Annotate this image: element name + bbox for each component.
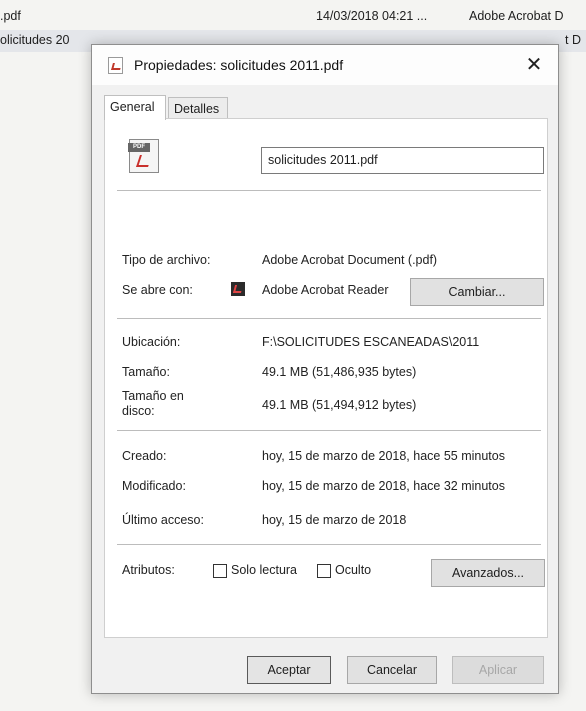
dialog-title: Propiedades: solicitudes 2011.pdf <box>134 57 344 73</box>
atributos-label: Atributos: <box>122 563 175 577</box>
oculto-label: Oculto <box>335 563 372 577</box>
aceptar-button[interactable]: Aceptar <box>247 656 331 684</box>
avanzados-button[interactable]: Avanzados... <box>431 559 545 587</box>
tamano-value: 49.1 MB (51,486,935 bytes) <box>262 365 417 379</box>
oculto-checkbox[interactable] <box>317 564 331 578</box>
properties-dialog: Propiedades: solicitudes 2011.pdf ✕ Gene… <box>91 44 559 694</box>
tab-general[interactable]: General <box>104 95 166 120</box>
divider <box>117 430 541 431</box>
creado-value: hoy, 15 de marzo de 2018, hace 55 minuto… <box>262 449 505 463</box>
ubicacion-label: Ubicación: <box>122 335 181 349</box>
ubicacion-value: F:\SOLICITUDES ESCANEADAS\2011 <box>262 335 480 349</box>
pdf-badge: PDF <box>128 143 150 152</box>
tamano-label: Tamaño: <box>122 365 170 379</box>
tamano-disco-label-line2: disco: <box>122 404 155 418</box>
tab-detalles[interactable]: Detalles <box>168 97 228 119</box>
aplicar-button[interactable]: Aplicar <box>452 656 544 684</box>
acceso-value: hoy, 15 de marzo de 2018 <box>262 513 407 527</box>
file-date: 14/03/2018 04:21 ... <box>316 9 428 23</box>
tipo-value: Adobe Acrobat Document (.pdf) <box>262 253 438 267</box>
title-bar[interactable]: Propiedades: solicitudes 2011.pdf ✕ <box>92 45 558 85</box>
acrobat-reader-icon <box>231 282 245 296</box>
file-type: t D <box>565 33 581 47</box>
cambiar-button[interactable]: Cambiar... <box>410 278 544 306</box>
general-panel: PDF solicitudes 2011.pdf Tipo de archivo… <box>104 118 548 638</box>
acceso-label: Último acceso: <box>122 513 204 527</box>
divider <box>117 318 541 319</box>
cancelar-button[interactable]: Cancelar <box>347 656 437 684</box>
tamano-disco-label-line1: Tamaño en <box>122 389 184 403</box>
file-type: Adobe Acrobat D <box>469 9 564 23</box>
abre-value: Adobe Acrobat Reader <box>262 283 389 297</box>
tipo-label: Tipo de archivo: <box>122 253 211 267</box>
solo-lectura-label: Solo lectura <box>231 563 298 577</box>
pdf-document-icon: PDF <box>128 139 159 173</box>
divider <box>117 190 541 191</box>
filename-input[interactable]: solicitudes 2011.pdf <box>261 147 544 174</box>
tamano-disco-value: 49.1 MB (51,494,912 bytes) <box>262 398 417 412</box>
modificado-value: hoy, 15 de marzo de 2018, hace 32 minuto… <box>262 479 505 493</box>
close-icon[interactable]: ✕ <box>520 51 548 79</box>
acrobat-symbol-icon <box>136 155 152 167</box>
file-list-row[interactable]: .pdf 14/03/2018 04:21 ... Adobe Acrobat … <box>0 6 586 28</box>
divider <box>117 544 541 545</box>
file-name: .pdf <box>0 9 21 23</box>
abre-label: Se abre con: <box>122 283 193 297</box>
modificado-label: Modificado: <box>122 479 186 493</box>
solo-lectura-checkbox[interactable] <box>213 564 227 578</box>
creado-label: Creado: <box>122 449 167 463</box>
file-name: olicitudes 20 <box>0 33 70 47</box>
pdf-file-icon <box>108 57 123 74</box>
